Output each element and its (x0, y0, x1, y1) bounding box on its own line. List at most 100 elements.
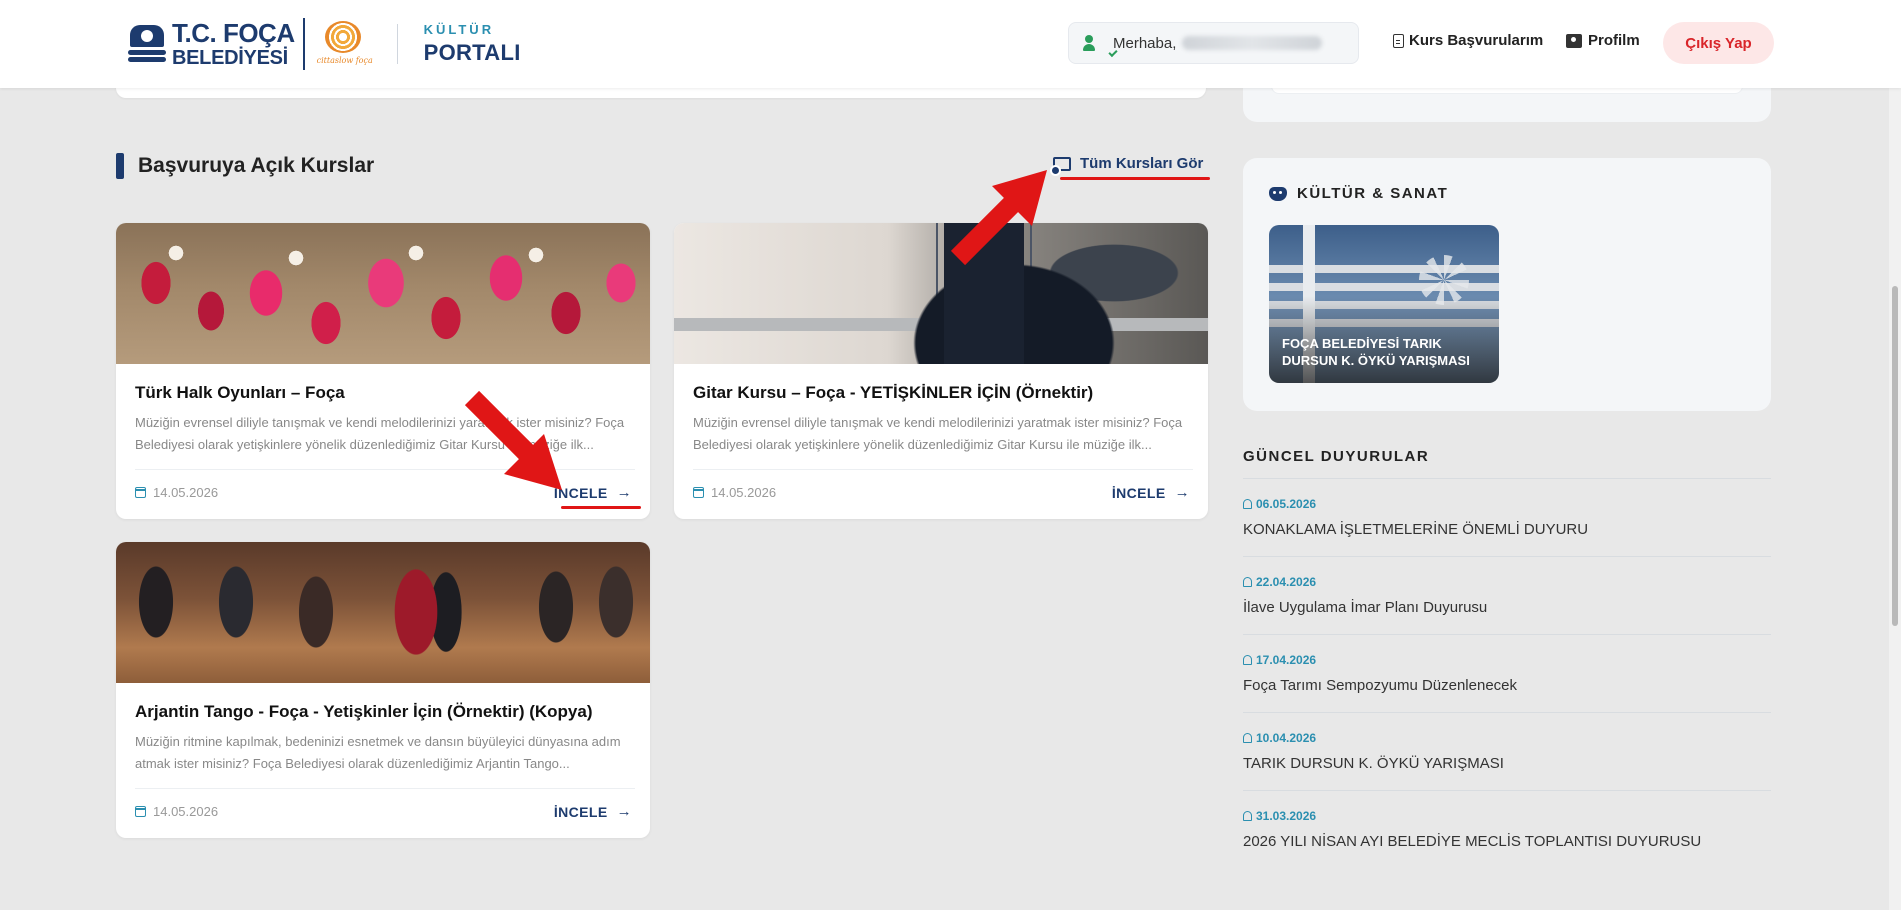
scrollbar-thumb[interactable] (1892, 286, 1898, 626)
document-icon (1393, 33, 1404, 48)
bell-icon (1243, 655, 1252, 665)
course-date: 14.05.2026 (135, 804, 218, 819)
announcement-item[interactable]: 17.04.2026 Foça Tarımı Sempozyumu Düzenl… (1243, 635, 1771, 713)
course-description: Müziğin ritmine kapılmak, bedeninizi esn… (135, 734, 621, 771)
bell-icon (1243, 733, 1252, 743)
calendar-icon (135, 806, 146, 817)
open-courses-title: Başvuruya Açık Kurslar (138, 154, 375, 177)
announcement-title[interactable]: Foça Tarımı Sempozyumu Düzenlenecek (1243, 677, 1517, 694)
course-date: 14.05.2026 (135, 485, 218, 500)
portal-title-small: KÜLTÜR (423, 22, 495, 37)
card-divider (135, 469, 635, 470)
incele-label: İNCELE (1111, 484, 1166, 501)
nav-course-applications-label: Kurs Başvurularım (1409, 32, 1544, 49)
course-image-folk-dance[interactable] (116, 223, 650, 364)
greeting-text: Merhaba, (1113, 34, 1177, 52)
announcement-item[interactable]: 06.05.2026 KONAKLAMA İŞLETMELERİNE ÖNEML… (1243, 479, 1771, 557)
announcement-date: 06.05.2026 (1243, 497, 1316, 511)
incele-button[interactable]: İNCELE → (1112, 484, 1190, 501)
course-description: Müziğin evrensel diliyle tanışmak ve ken… (693, 415, 1183, 452)
blurred-username (1182, 36, 1323, 50)
course-title[interactable]: Gitar Kursu – Foça - YETİŞKİNLER İÇİN (Ö… (693, 383, 1093, 403)
course-date-text: 14.05.2026 (153, 485, 219, 500)
incele-button[interactable]: İNCELE → (554, 484, 632, 501)
chalkboard-user-icon (1050, 156, 1071, 176)
announcement-date-text: 22.04.2026 (1256, 575, 1317, 589)
course-image-tango[interactable] (116, 542, 650, 683)
culture-art-heading: KÜLTÜR & SANAT (1269, 185, 1448, 202)
course-image-guitar[interactable] (674, 223, 1208, 364)
theater-mask-icon (1269, 186, 1287, 201)
bell-icon (1243, 499, 1252, 509)
culture-art-title: KÜLTÜR & SANAT (1297, 185, 1449, 202)
logo-line2: BELEDİYESİ (172, 47, 288, 69)
course-card[interactable]: Türk Halk Oyunları – Foça Müziğin evrens… (116, 223, 650, 519)
arrow-right-icon: → (616, 484, 632, 501)
user-check-icon (1083, 34, 1118, 58)
course-date-text: 14.05.2026 (153, 804, 219, 819)
portal-title-big: PORTALI (423, 40, 521, 65)
culture-event-caption: FOÇA BELEDİYESİ TARIK DURSUN K. ÖYKÜ YAR… (1282, 336, 1470, 368)
announcement-date: 31.03.2026 (1243, 809, 1316, 823)
annotation-underline-see-all (1060, 177, 1210, 180)
announcement-item[interactable]: 10.04.2026 TARIK DURSUN K. ÖYKÜ YARIŞMAS… (1243, 713, 1771, 791)
course-date: 14.05.2026 (693, 485, 776, 500)
cittaslow-tagline: cittaslow foça (316, 56, 373, 65)
foca-logo-icon (128, 21, 166, 67)
arrow-right-icon: → (616, 803, 632, 820)
course-title[interactable]: Arjantin Tango - Foça - Yetişkinler İçin… (135, 702, 593, 722)
course-card[interactable]: Arjantin Tango - Foça - Yetişkinler İçin… (116, 542, 650, 838)
announcement-date-text: 17.04.2026 (1256, 653, 1317, 667)
culture-event-tile[interactable]: FOÇA BELEDİYESİ TARIK DURSUN K. ÖYKÜ YAR… (1269, 225, 1499, 383)
nav-course-applications[interactable]: Kurs Başvurularım (1393, 32, 1543, 49)
incele-label: İNCELE (553, 484, 608, 501)
card-divider (693, 469, 1193, 470)
announcement-item[interactable]: 22.04.2026 İlave Uygulama İmar Planı Duy… (1243, 557, 1771, 635)
calendar-icon (135, 487, 146, 498)
portal-title: KÜLTÜR PORTALI (424, 22, 521, 66)
id-card-icon (1566, 33, 1582, 48)
announcement-date: 22.04.2026 (1243, 575, 1316, 589)
open-courses-heading: Başvuruya Açık Kurslar (116, 153, 374, 179)
cittaslow-snail-icon: cittaslow foça (315, 19, 373, 69)
announcement-title[interactable]: KONAKLAMA İŞLETMELERİNE ÖNEMLİ DUYURU (1243, 521, 1588, 538)
see-all-courses-link[interactable]: Tüm Kursları Gör (1050, 155, 1204, 176)
see-all-courses-label: Tüm Kursları Gör (1080, 155, 1204, 172)
course-title[interactable]: Türk Halk Oyunları – Foça (135, 383, 345, 403)
course-date-text: 14.05.2026 (711, 485, 777, 500)
logo-line1: T.C. FOÇA (172, 18, 295, 48)
annotation-underline-incele (561, 506, 641, 509)
announcement-title[interactable]: İlave Uygulama İmar Planı Duyurusu (1243, 599, 1487, 616)
logo-divider (302, 18, 305, 70)
announcement-title[interactable]: TARIK DURSUN K. ÖYKÜ YARIŞMASI (1243, 755, 1504, 772)
nav-profile[interactable]: Profilm (1566, 32, 1640, 49)
announcements-title: GÜNCEL DUYURULAR (1243, 448, 1430, 465)
incele-button[interactable]: İNCELE → (554, 803, 632, 820)
page-scrollbar[interactable] (1889, 0, 1901, 910)
announcement-date-text: 31.03.2026 (1256, 809, 1317, 823)
calendar-icon (693, 487, 704, 498)
announcement-date-text: 10.04.2026 (1256, 731, 1317, 745)
nav-profile-label: Profilm (1588, 32, 1640, 49)
heading-accent-bar (116, 153, 124, 179)
card-divider (135, 788, 635, 789)
announcement-date-text: 06.05.2026 (1256, 497, 1317, 511)
bell-icon (1243, 577, 1252, 587)
site-header: T.C. FOÇA BELEDİYESİ cittaslow foça KÜLT… (0, 0, 1901, 88)
logo-wordmark: T.C. FOÇA BELEDİYESİ (172, 20, 295, 68)
arrow-right-icon: → (1174, 484, 1190, 501)
announcement-title[interactable]: 2026 YILI NİSAN AYI BELEDİYE MECLİS TOPL… (1243, 833, 1701, 850)
portal-divider (396, 24, 398, 64)
culture-art-panel: KÜLTÜR & SANAT FOÇA BELEDİYESİ TARIK DUR… (1243, 158, 1771, 411)
announcement-item[interactable]: 31.03.2026 2026 YILI NİSAN AYI BELEDİYE … (1243, 791, 1771, 869)
user-greeting: Merhaba, (1068, 22, 1359, 64)
announcement-date: 17.04.2026 (1243, 653, 1316, 667)
announcement-date: 10.04.2026 (1243, 731, 1316, 745)
bell-icon (1243, 811, 1252, 821)
course-description: Müziğin evrensel diliyle tanışmak ve ken… (135, 415, 625, 452)
site-logo[interactable]: T.C. FOÇA BELEDİYESİ cittaslow foça KÜLT… (128, 16, 521, 72)
incele-label: İNCELE (553, 803, 608, 820)
logout-button[interactable]: Çıkış Yap (1663, 22, 1774, 64)
course-card[interactable]: Gitar Kursu – Foça - YETİŞKİNLER İÇİN (Ö… (674, 223, 1208, 519)
windmill-image (1419, 255, 1469, 315)
